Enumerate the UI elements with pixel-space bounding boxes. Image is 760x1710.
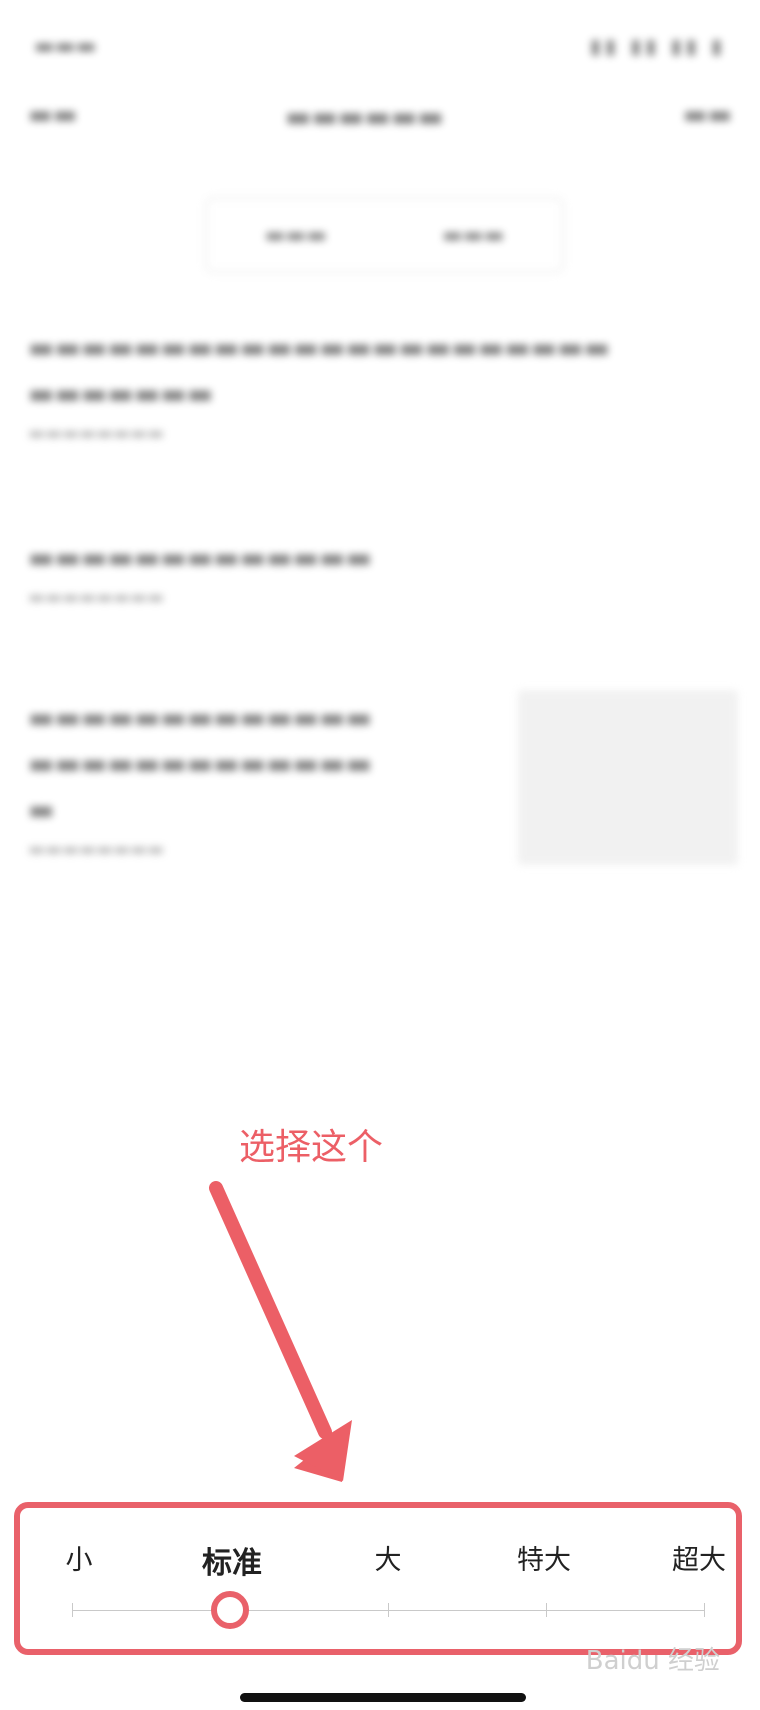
font-option-xlarge[interactable]: 特大 — [517, 1538, 571, 1577]
slider-tick — [704, 1603, 705, 1617]
font-option-xxlarge[interactable]: 超大 — [672, 1538, 726, 1577]
watermark: Baidu 经验 — [585, 1646, 720, 1676]
font-option-small[interactable]: 小 — [66, 1538, 93, 1577]
slider-tick — [546, 1603, 547, 1617]
slider-tick — [72, 1603, 73, 1617]
home-indicator[interactable] — [240, 1693, 526, 1702]
font-size-slider-thumb[interactable] — [211, 1591, 249, 1629]
font-option-standard[interactable]: 标准 — [202, 1538, 262, 1582]
annotation-arrow — [209, 1181, 352, 1482]
font-option-large[interactable]: 大 — [375, 1538, 402, 1577]
font-size-panel: 小 标准 大 特大 超大 — [14, 1502, 742, 1655]
slider-tick — [388, 1603, 389, 1617]
